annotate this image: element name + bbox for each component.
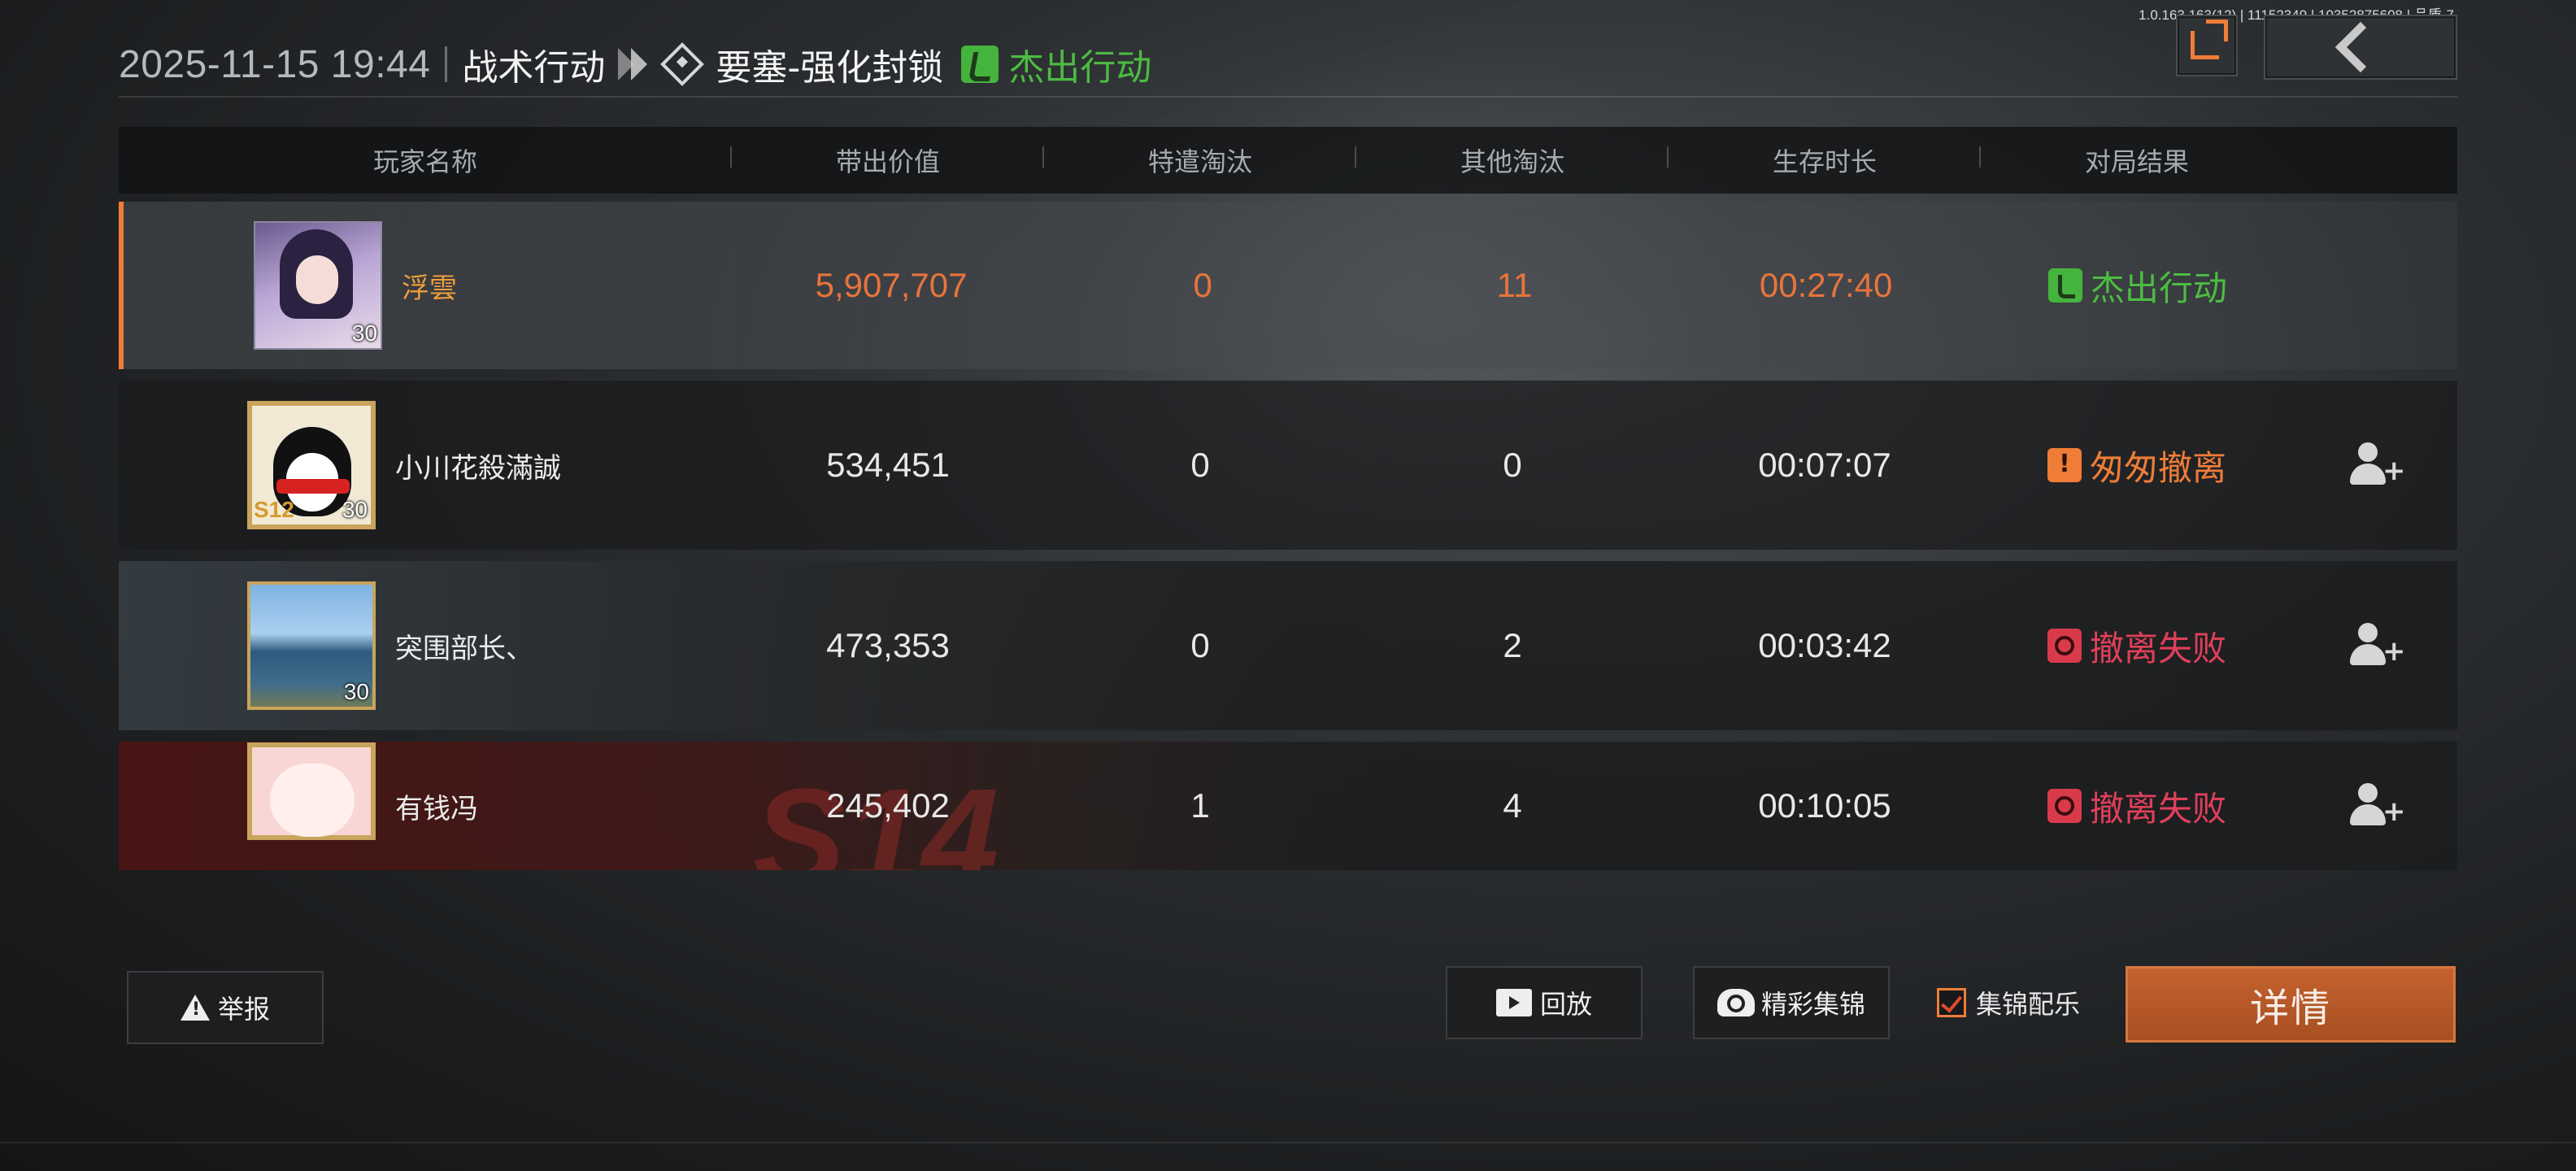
season-badge: S12 [254,497,294,522]
back-button[interactable] [2264,15,2457,80]
header-divider [445,46,448,82]
success-badge-icon [2047,268,2082,303]
extract-value: 245,402 [826,786,950,825]
share-icon [2191,20,2228,59]
film-icon [1495,989,1532,1016]
add-friend-icon: + [2350,783,2406,829]
game-mode: 战术行动 [462,47,606,89]
highlights-button[interactable]: 精彩集锦 [1693,966,1890,1039]
match-datetime: 2025-11-15 19:44 [119,42,431,86]
special-kills: 0 [1193,266,1212,304]
map-name: 要塞-强化封锁 [716,47,944,89]
extract-value: 473,353 [826,626,950,664]
survival-time: 00:27:40 [1759,266,1893,304]
player-cell: 30 突围部长、 [119,581,732,710]
column-header-player: 玩家名称 [119,141,732,179]
extract-value: 534,451 [826,446,950,484]
result-cell: 撤离失败 [1981,621,2293,671]
bottom-divider [0,1142,2576,1143]
player-cell: 30 浮雲 [124,221,735,350]
replay-button[interactable]: 回放 [1446,966,1643,1039]
warning-icon [2047,448,2082,482]
highlight-music-toggle[interactable]: 集锦配乐 [1937,984,2080,1021]
player-level: 30 [342,497,368,522]
survival-time: 00:03:42 [1758,626,1891,664]
match-header: 2025-11-15 19:44 战术行动 要塞-强化封锁 杰出行动 [119,33,1151,96]
survival-time: 00:07:07 [1758,446,1891,484]
extract-value: 5,907,707 [815,266,968,304]
warning-icon [180,995,210,1021]
success-badge-icon [961,46,999,83]
player-name: 浮雲 [402,272,457,305]
avatar[interactable]: 30 [254,221,382,350]
other-kills: 2 [1503,626,1522,664]
match-result: 杰出行动 [1008,47,1152,89]
table-row[interactable]: 30 浮雲 5,907,707 0 11 00:27:40 杰出行动 [119,202,2457,369]
highlights-label: 精彩集锦 [1760,989,1865,1020]
report-button[interactable]: 举报 [127,971,324,1044]
details-button[interactable]: 详情 [2126,966,2456,1043]
back-arrow-icon [2334,21,2387,73]
other-kills: 4 [1503,786,1522,825]
result-text: 撤离失败 [2089,788,2226,829]
column-header-survival: 生存时长 [1669,141,1981,179]
avatar[interactable]: S12 30 [247,401,376,529]
special-kills: 0 [1190,626,1210,664]
other-kills: 11 [1496,266,1533,304]
player-name: 突围部长、 [395,632,533,665]
result-text: 匆匆撤离 [2089,447,2226,488]
avatar-creature [270,764,355,837]
result-text: 杰出行动 [2090,268,2227,308]
column-header-other-kills: 其他淘汰 [1356,141,1669,179]
column-header-result: 对局结果 [2084,146,2189,177]
camera-icon [1717,989,1755,1016]
map-diamond-icon [660,42,705,86]
checkmark-icon[interactable] [1937,988,1966,1017]
add-friend-button[interactable]: + [2293,623,2457,668]
replay-label: 回放 [1539,989,1592,1020]
table-row[interactable]: S14 有钱冯 245,402 1 4 00:10:05 撤离失败 + [119,742,2457,870]
player-cell: S12 30 小川花殺滿誠 [119,401,732,529]
avatar[interactable]: 30 [247,581,376,710]
add-friend-button[interactable]: + [2293,783,2457,829]
result-cell: 撤离失败 [1981,781,2293,831]
result-text: 撤离失败 [2089,628,2226,668]
column-header-special-kills: 特遣淘汰 [1044,141,1356,179]
result-cell: 杰出行动 [1982,261,2293,311]
chevron-right-icon [618,48,648,81]
player-level: 30 [343,679,369,704]
add-friend-icon: + [2350,442,2406,488]
player-name: 有钱冯 [395,792,478,825]
special-kills: 0 [1190,446,1210,484]
avatar[interactable] [247,742,376,840]
result-cell: 匆匆撤离 [1981,441,2293,490]
player-level: 30 [351,320,377,346]
special-kills: 1 [1190,786,1210,825]
survival-time: 00:10:05 [1758,786,1891,825]
add-friend-button[interactable]: + [2293,442,2457,488]
column-header-value: 带出价值 [732,141,1044,179]
fail-badge-icon [2047,629,2082,663]
report-label: 举报 [217,994,270,1025]
share-button[interactable] [2176,15,2238,76]
player-cell: 有钱冯 [119,742,732,855]
header-divider-line [119,96,2457,98]
player-name: 小川花殺滿誠 [395,451,561,485]
add-friend-icon: + [2350,623,2406,668]
scoreboard-table: 玩家名称 带出价值 特遣淘汰 其他淘汰 生存时长 对局结果 30 浮雲 5,90… [119,127,2457,870]
table-header: 玩家名称 带出价值 特遣淘汰 其他淘汰 生存时长 对局结果 [119,127,2457,194]
other-kills: 0 [1503,446,1522,484]
music-label: 集锦配乐 [1976,989,2081,1020]
fail-badge-icon [2047,789,2082,823]
avatar-penguin-scarf [276,479,350,494]
table-row[interactable]: S12 30 小川花殺滿誠 534,451 0 0 00:07:07 匆匆撤离 … [119,381,2457,550]
avatar-face [296,255,338,304]
table-row[interactable]: 30 突围部长、 473,353 0 2 00:03:42 撤离失败 + [119,561,2457,730]
